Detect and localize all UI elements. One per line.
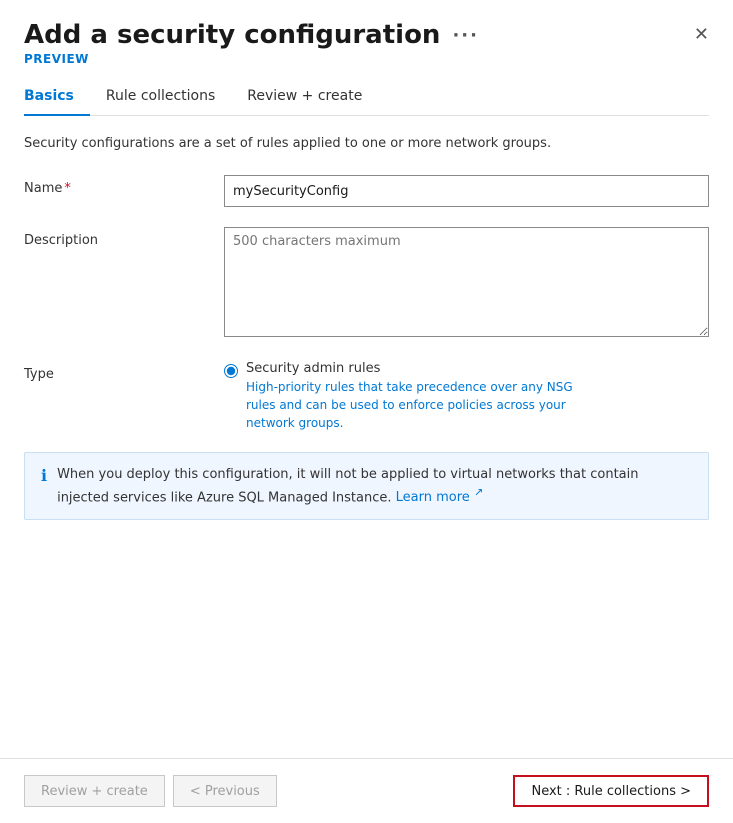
- name-input[interactable]: [224, 175, 709, 207]
- external-link-icon: ↗: [474, 486, 483, 499]
- previous-button[interactable]: < Previous: [173, 775, 277, 807]
- name-label: Name*: [24, 175, 224, 196]
- close-icon[interactable]: ✕: [694, 26, 709, 44]
- tab-bar: Basics Rule collections Review + create: [24, 78, 709, 116]
- type-label: Type: [24, 361, 224, 382]
- description-input[interactable]: [224, 227, 709, 337]
- radio-label-content: Security admin rules High-priority rules…: [246, 361, 606, 432]
- description-row: Description: [24, 227, 709, 341]
- radio-option-label: Security admin rules: [246, 361, 606, 376]
- description-field-wrap: [224, 227, 709, 341]
- title-row: Add a security configuration ··· ✕: [24, 20, 709, 50]
- section-description: Security configurations are a set of rul…: [24, 136, 709, 151]
- next-button[interactable]: Next : Rule collections >: [513, 775, 709, 807]
- dialog-header: Add a security configuration ··· ✕ PREVI…: [0, 0, 733, 116]
- review-create-button[interactable]: Review + create: [24, 775, 165, 807]
- type-options-wrap: Security admin rules High-priority rules…: [224, 361, 709, 432]
- radio-option-description: High-priority rules that take precedence…: [246, 378, 606, 432]
- more-options-icon[interactable]: ···: [452, 25, 479, 46]
- dialog-footer: Review + create < Previous Next : Rule c…: [0, 758, 733, 823]
- title-left: Add a security configuration ···: [24, 20, 479, 50]
- security-admin-rules-option: Security admin rules High-priority rules…: [224, 361, 709, 432]
- name-field-wrap: [224, 175, 709, 207]
- preview-badge: PREVIEW: [24, 52, 709, 66]
- type-row: Type Security admin rules High-priority …: [24, 361, 709, 432]
- info-circle-icon: ℹ: [41, 466, 47, 485]
- required-indicator: *: [64, 181, 71, 196]
- security-admin-radio[interactable]: [224, 364, 238, 378]
- dialog-title: Add a security configuration: [24, 20, 440, 50]
- learn-more-link[interactable]: Learn more ↗: [396, 490, 484, 505]
- dialog-body: Security configurations are a set of rul…: [0, 116, 733, 758]
- info-box: ℹ When you deploy this configuration, it…: [24, 452, 709, 520]
- info-text: When you deploy this configuration, it w…: [57, 465, 692, 507]
- type-radio-group: Security admin rules High-priority rules…: [224, 361, 709, 432]
- add-security-config-dialog: Add a security configuration ··· ✕ PREVI…: [0, 0, 733, 823]
- description-label: Description: [24, 227, 224, 248]
- tab-basics[interactable]: Basics: [24, 78, 90, 116]
- tab-review-create[interactable]: Review + create: [231, 78, 378, 116]
- name-row: Name*: [24, 175, 709, 207]
- tab-rule-collections[interactable]: Rule collections: [90, 78, 231, 116]
